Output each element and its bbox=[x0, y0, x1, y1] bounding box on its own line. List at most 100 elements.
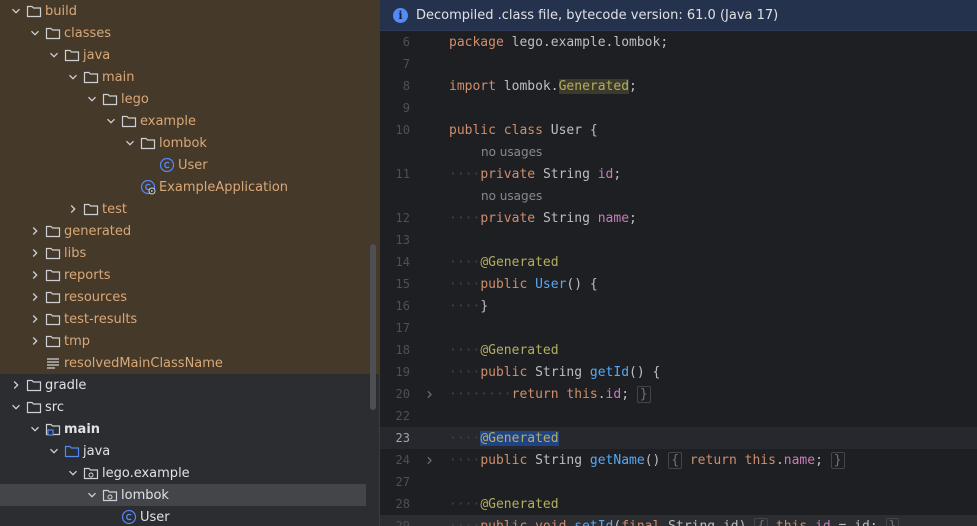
code-text[interactable]: ····public String getName() { return thi… bbox=[449, 451, 845, 469]
code-text[interactable]: ····@Generated bbox=[449, 497, 559, 512]
chevron-right-icon[interactable] bbox=[8, 374, 24, 396]
tree-item[interactable]: lombok bbox=[0, 484, 366, 506]
code-line[interactable]: 10 public class User { bbox=[380, 119, 977, 141]
code-line[interactable]: 19 ····public String getId() { bbox=[380, 361, 977, 383]
tree-item[interactable]: User bbox=[0, 154, 379, 176]
chevron-down-icon[interactable] bbox=[27, 22, 43, 44]
project-tree[interactable]: build classes java main lego example lombok Use… bbox=[0, 0, 379, 526]
chevron-down-icon[interactable] bbox=[8, 0, 24, 22]
fold-expand-icon[interactable] bbox=[410, 456, 449, 465]
chevron-right-icon[interactable] bbox=[27, 264, 43, 286]
code-line[interactable]: 17 bbox=[380, 317, 977, 339]
tree-item-label: main bbox=[64, 421, 101, 437]
usages-hint[interactable]: no usages bbox=[481, 185, 542, 207]
tree-item[interactable]: test-results bbox=[0, 308, 379, 330]
code-line[interactable]: 6 package lego.example.lombok; bbox=[380, 31, 977, 53]
line-number: 23 bbox=[395, 431, 410, 445]
code-line[interactable]: 9 bbox=[380, 97, 977, 119]
tree-item-label: test bbox=[102, 201, 127, 217]
tree-item[interactable]: main bbox=[0, 66, 379, 88]
tree-item[interactable]: classes bbox=[0, 22, 379, 44]
code-text[interactable]: ····public User() { bbox=[449, 277, 598, 292]
code-line[interactable]: 7 bbox=[380, 53, 977, 75]
chevron-down-icon[interactable] bbox=[65, 462, 81, 484]
tree-item-label: resources bbox=[64, 289, 128, 305]
banner-text: Decompiled .class file, bytecode version… bbox=[416, 7, 779, 23]
tree-scrollbar[interactable] bbox=[370, 244, 376, 410]
tree-item[interactable]: java bbox=[0, 440, 379, 462]
code-line[interactable]: 27 bbox=[380, 471, 977, 493]
tree-item[interactable]: resources bbox=[0, 286, 379, 308]
code-text[interactable]: ····private String id; bbox=[449, 167, 621, 182]
tree-item[interactable]: reports bbox=[0, 264, 379, 286]
chevron-right-icon[interactable] bbox=[27, 242, 43, 264]
code-line[interactable]: 11 ····private String id; bbox=[380, 163, 977, 185]
chevron-down-icon[interactable] bbox=[46, 440, 62, 462]
tree-item[interactable]: generated bbox=[0, 220, 379, 242]
tree-item[interactable]: java bbox=[0, 44, 379, 66]
chevron-down-icon[interactable] bbox=[122, 132, 138, 154]
tree-item[interactable]: resolvedMainClassName bbox=[0, 352, 379, 374]
tree-item[interactable]: build bbox=[0, 0, 379, 22]
code-line[interactable]: 22 bbox=[380, 405, 977, 427]
code-text[interactable]: ····public void setId(final String id) {… bbox=[449, 517, 900, 526]
code-line[interactable]: 29 ····public void setId(final String id)… bbox=[380, 515, 977, 526]
tree-item-label: test-results bbox=[64, 311, 138, 327]
code-line[interactable]: 28 ····@Generated bbox=[380, 493, 977, 515]
line-number: 16 bbox=[395, 299, 410, 313]
tree-item[interactable]: src bbox=[0, 396, 379, 418]
code-text[interactable]: ····@Generated bbox=[449, 255, 559, 270]
tree-item[interactable]: lego bbox=[0, 88, 379, 110]
tree-item[interactable]: test bbox=[0, 198, 379, 220]
code-line[interactable]: 24 ····public String getName() { return t… bbox=[380, 449, 977, 471]
chevron-right-icon[interactable] bbox=[27, 308, 43, 330]
chevron-down-icon[interactable] bbox=[65, 66, 81, 88]
code-line[interactable]: 15 ····public User() { bbox=[380, 273, 977, 295]
tree-item-label: example bbox=[140, 113, 196, 129]
code-editor[interactable]: i Decompiled .class file, bytecode versi… bbox=[379, 0, 977, 526]
code-text[interactable]: ····public String getId() { bbox=[449, 365, 660, 380]
code-text[interactable]: package lego.example.lombok; bbox=[449, 35, 668, 50]
chevron-right-icon[interactable] bbox=[27, 286, 43, 308]
tree-item[interactable]: gradle bbox=[0, 374, 379, 396]
chevron-down-icon[interactable] bbox=[27, 418, 43, 440]
code-text[interactable]: ····@Generated bbox=[449, 343, 559, 358]
code-line[interactable]: 16 ····} bbox=[380, 295, 977, 317]
code-line[interactable]: 12 ····private String name; bbox=[380, 207, 977, 229]
tree-item[interactable]: lombok bbox=[0, 132, 379, 154]
chevron-right-icon[interactable] bbox=[27, 220, 43, 242]
code-line[interactable]: 20 ········return this.id; } bbox=[380, 383, 977, 405]
chevron-down-icon[interactable] bbox=[8, 396, 24, 418]
code-text[interactable]: public class User { bbox=[449, 123, 598, 138]
code-text[interactable]: ········return this.id; } bbox=[449, 385, 651, 403]
usages-hint[interactable]: no usages bbox=[481, 141, 542, 163]
tree-item[interactable]: User bbox=[0, 506, 379, 526]
fold-expand-icon[interactable] bbox=[410, 390, 449, 399]
chevron-right-icon[interactable] bbox=[65, 198, 81, 220]
chevron-down-icon[interactable] bbox=[103, 110, 119, 132]
tree-item[interactable]: lego.example bbox=[0, 462, 379, 484]
tree-item-label: lego.example bbox=[102, 465, 190, 481]
chevron-down-icon[interactable] bbox=[84, 484, 100, 506]
code-text[interactable]: ····@Generated bbox=[449, 430, 559, 446]
chevron-right-icon[interactable] bbox=[27, 330, 43, 352]
line-number: 22 bbox=[395, 409, 410, 423]
folder-icon bbox=[121, 113, 137, 129]
tree-item[interactable]: example bbox=[0, 110, 379, 132]
chevron-down-icon[interactable] bbox=[46, 44, 62, 66]
tree-item[interactable]: main bbox=[0, 418, 379, 440]
code-line[interactable]: 13 bbox=[380, 229, 977, 251]
chevron-down-icon[interactable] bbox=[84, 88, 100, 110]
code-line[interactable]: 14 ····@Generated bbox=[380, 251, 977, 273]
code-line[interactable]: 18 ····@Generated bbox=[380, 339, 977, 361]
code-text[interactable]: ····private String name; bbox=[449, 211, 637, 226]
tree-item[interactable]: tmp bbox=[0, 330, 379, 352]
line-number: 19 bbox=[395, 365, 410, 379]
tree-item[interactable]: ExampleApplication bbox=[0, 176, 379, 198]
code-text[interactable]: ····} bbox=[449, 299, 488, 314]
tree-item[interactable]: libs bbox=[0, 242, 379, 264]
code-line[interactable]: 23 ····@Generated bbox=[380, 427, 977, 449]
code-text[interactable]: import lombok.Generated; bbox=[449, 78, 637, 94]
code-line[interactable]: 8 import lombok.Generated; bbox=[380, 75, 977, 97]
line-number: 11 bbox=[395, 167, 410, 181]
